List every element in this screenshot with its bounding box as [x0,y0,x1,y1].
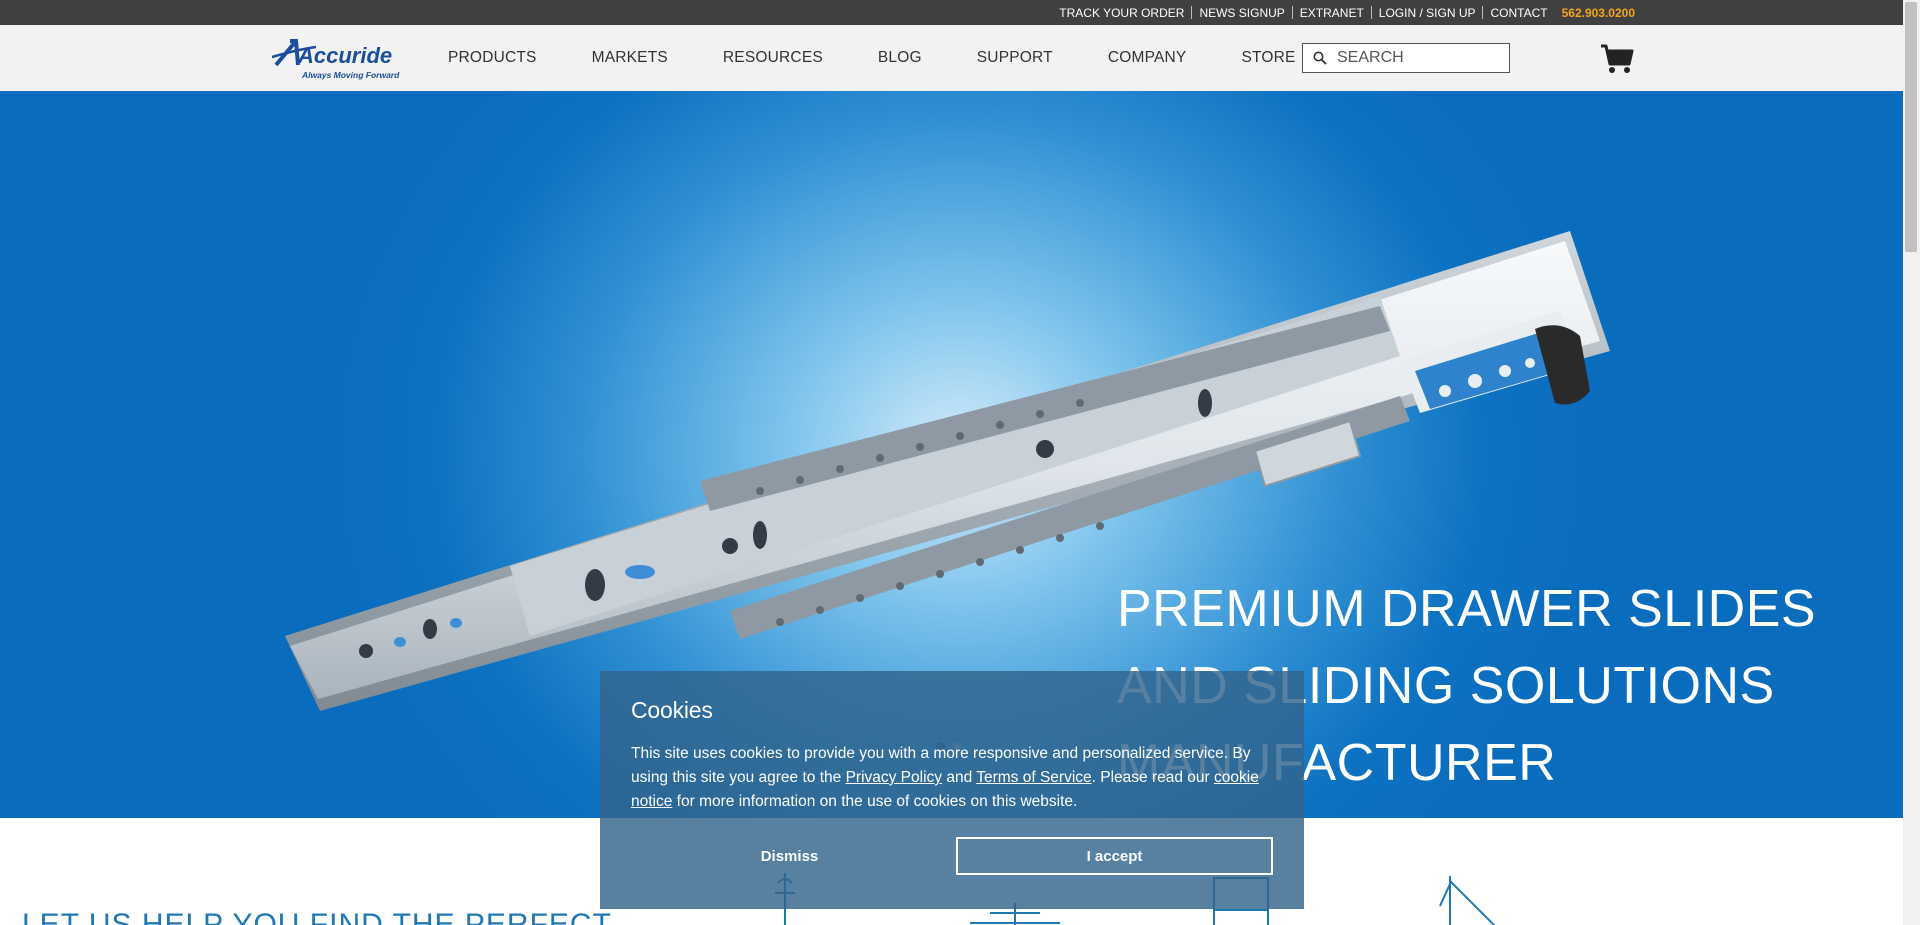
nav-resources[interactable]: RESOURCES [723,49,823,67]
site-header: Accuride Always Moving Forward PRODUCTS … [0,25,1903,91]
marine-icon[interactable] [1420,876,1510,925]
utility-links: TRACK YOUR ORDER NEWS SIGNUP EXTRANET LO… [1052,0,1642,25]
cookie-dialog: Cookies This site uses cookies to provid… [600,671,1304,909]
nav-company[interactable]: COMPANY [1108,49,1187,67]
accept-button[interactable]: I accept [956,837,1273,875]
nav-store[interactable]: STORE [1241,49,1295,67]
cart-icon[interactable] [1600,43,1634,75]
scrollbar-thumb[interactable] [1905,2,1917,252]
utility-bar: TRACK YOUR ORDER NEWS SIGNUP EXTRANET LO… [0,0,1903,25]
search-input[interactable] [1335,48,1499,68]
nav-products[interactable]: PRODUCTS [448,49,537,67]
search-box [1302,43,1510,73]
extranet-link[interactable]: EXTRANET [1293,6,1371,20]
phone-link[interactable]: 562.903.0200 [1555,6,1642,20]
page-scrollbar[interactable] [1903,0,1920,925]
cookie-text-part: . Please read our [1091,769,1215,786]
cookie-buttons: Dismiss I accept [631,837,1273,875]
dismiss-button[interactable]: Dismiss [631,837,948,875]
nav-markets[interactable]: MARKETS [592,49,668,67]
logo-tagline: Always Moving Forward [301,70,400,80]
logo-mark: Accuride Always Moving Forward [271,39,400,80]
contact-link[interactable]: CONTACT [1483,6,1554,20]
main-nav: PRODUCTS MARKETS RESOURCES BLOG SUPPORT … [448,25,1351,91]
search-icon[interactable] [1313,51,1327,65]
section-heading: LET US HELP YOU FIND THE PERFECT [22,908,612,925]
track-order-link[interactable]: TRACK YOUR ORDER [1052,6,1191,20]
news-signup-link[interactable]: NEWS SIGNUP [1192,6,1291,20]
nav-blog[interactable]: BLOG [878,49,922,67]
nav-support[interactable]: SUPPORT [977,49,1053,67]
logo-brand: Accuride [297,43,392,68]
login-signup-link[interactable]: LOGIN / SIGN UP [1372,6,1483,20]
cookie-text: This site uses cookies to provide you wi… [631,742,1281,814]
cookie-text-part: and [942,769,977,786]
accuride-logo[interactable]: Accuride Always Moving Forward [270,35,420,81]
cookie-title: Cookies [631,697,713,723]
terms-of-service-link[interactable]: Terms of Service [976,769,1091,786]
privacy-policy-link[interactable]: Privacy Policy [846,769,942,786]
cookie-text-part: for more information on the use of cooki… [672,793,1078,810]
